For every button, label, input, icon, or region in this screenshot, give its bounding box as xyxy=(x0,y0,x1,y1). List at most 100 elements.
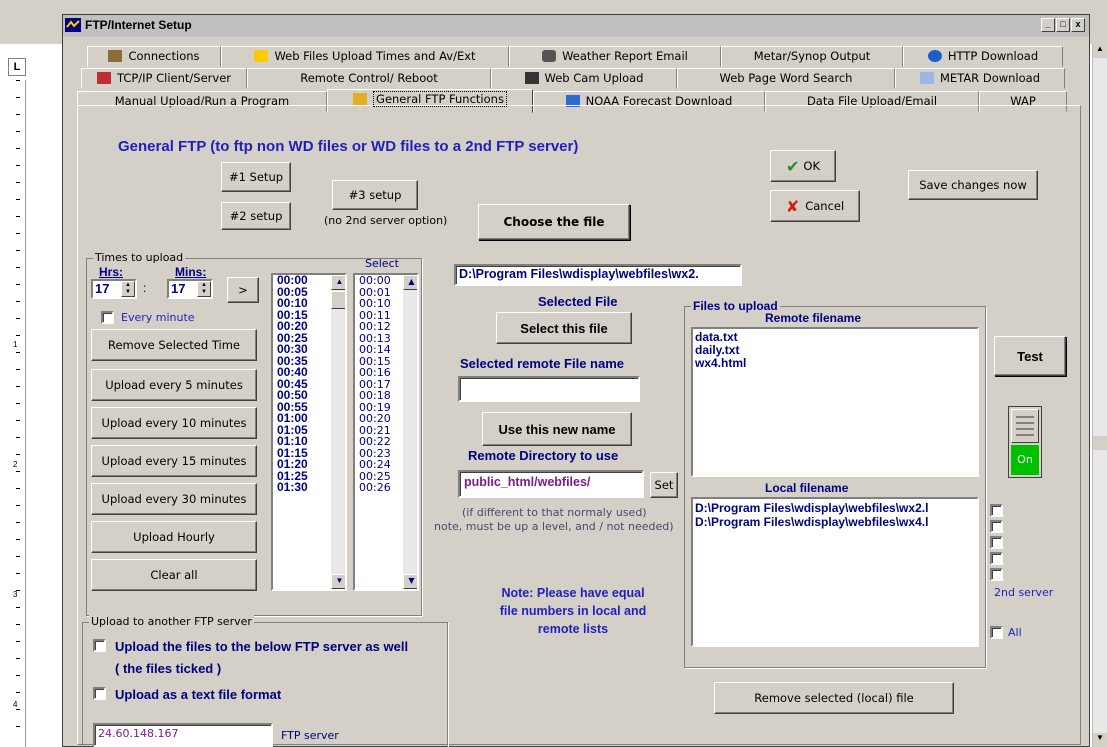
upload-hourly-button[interactable]: Upload Hourly xyxy=(91,521,257,553)
setup-3-note: (no 2nd server option) xyxy=(324,214,448,227)
ruler-tick xyxy=(16,369,20,370)
text-format-checkbox[interactable] xyxy=(93,687,106,700)
scroll-thumb[interactable] xyxy=(1093,436,1107,450)
note-line-1: Note: Please have equal xyxy=(501,586,645,600)
ruler-tick xyxy=(16,607,20,608)
files-ticked-label: ( the files ticked ) xyxy=(115,661,222,676)
hrs-spinner[interactable]: 17 ▲ ▼ xyxy=(91,279,137,299)
select-this-file-button[interactable]: Select this file xyxy=(496,312,632,344)
host-scrollbar[interactable]: ▲ ▼ xyxy=(1092,44,1107,747)
remote-files-list[interactable]: data.txt daily.txt wx4.html xyxy=(691,327,979,477)
setup-3-button[interactable]: #3 setup xyxy=(332,180,418,210)
second-server-checkbox-2[interactable] xyxy=(990,520,1003,533)
tab-connections[interactable]: Connections xyxy=(87,46,221,67)
ruler-tick xyxy=(16,556,20,557)
tab-metar-synop-output[interactable]: Metar/Synop Output xyxy=(721,46,903,67)
mins-spinner[interactable]: 17 ▲ ▼ xyxy=(167,279,213,299)
second-server-checkbox-4[interactable] xyxy=(990,552,1003,565)
scroll-down-icon[interactable]: ▼ xyxy=(1093,733,1107,747)
remote-name-input[interactable] xyxy=(458,376,640,402)
remove-local-file-button[interactable]: Remove selected (local) file xyxy=(714,682,954,714)
scroll-up-icon[interactable]: ▲ xyxy=(1093,44,1107,58)
vertical-ruler: 1 2 3 4 xyxy=(10,80,26,747)
upload-every-15-button[interactable]: Upload every 15 minutes xyxy=(91,445,257,477)
scroll-down-icon[interactable]: ▼ xyxy=(403,574,417,589)
local-file-item[interactable]: D:\Program Files\wdisplay\webfiles\wx4.l xyxy=(695,515,975,529)
clear-all-button[interactable]: Clear all xyxy=(91,559,257,591)
select-label: Select xyxy=(365,257,399,270)
selected-file-path[interactable]: D:\Program Files\wdisplay\webfiles\wx2. xyxy=(454,264,742,286)
ruler-tick xyxy=(16,675,20,676)
scroll-up-icon[interactable]: ▲ xyxy=(331,275,345,290)
remote-file-item[interactable]: wx4.html xyxy=(695,357,975,370)
second-server-checkbox-1[interactable] xyxy=(990,504,1003,517)
second-server-checkbox-5[interactable] xyxy=(990,568,1003,581)
upload-every-30-button[interactable]: Upload every 30 minutes xyxy=(91,483,257,515)
use-new-name-button[interactable]: Use this new name xyxy=(482,412,632,446)
ruler-tick xyxy=(16,709,20,710)
tab-http-download[interactable]: HTTP Download xyxy=(903,46,1063,67)
ruler-number: 3 xyxy=(13,590,18,599)
local-files-list[interactable]: D:\Program Files\wdisplay\webfiles\wx2.l… xyxy=(691,497,979,647)
tab-remote-control[interactable]: Remote Control/ Reboot xyxy=(247,68,491,89)
ruler-number: 4 xyxy=(13,700,18,709)
minimize-button[interactable]: _ xyxy=(1041,18,1055,32)
all-checkbox[interactable] xyxy=(990,626,1003,639)
ruler-tick xyxy=(16,301,20,302)
ruler-number: 1 xyxy=(13,340,18,349)
remote-filename-header: Remote filename xyxy=(765,311,862,325)
globe-icon xyxy=(927,50,942,62)
tab-web-page-word-search[interactable]: Web Page Word Search xyxy=(677,68,895,89)
local-file-item[interactable]: D:\Program Files\wdisplay\webfiles\wx2.l xyxy=(695,501,975,515)
scroll-down-icon[interactable]: ▼ xyxy=(331,574,345,589)
ruler-tab-stop[interactable]: L xyxy=(8,58,26,76)
maximize-button[interactable]: □ xyxy=(1056,18,1070,32)
tab-weather-report-email[interactable]: Weather Report Email xyxy=(509,46,721,67)
cancel-button[interactable]: ✘ Cancel xyxy=(770,190,860,222)
upload-also-label: Upload the files to the below FTP server… xyxy=(115,639,409,654)
close-button[interactable]: x xyxy=(1071,18,1085,32)
ruler-tick xyxy=(16,199,20,200)
weather-app-icon xyxy=(65,18,81,32)
save-changes-button[interactable]: Save changes now xyxy=(908,170,1038,200)
tcpip-icon xyxy=(96,72,111,84)
select-list-scrollbar[interactable]: ▲ ▼ xyxy=(403,275,417,589)
ruler-tick xyxy=(16,488,20,489)
upload-also-checkbox[interactable] xyxy=(93,639,106,652)
choose-file-button[interactable]: Choose the file xyxy=(478,204,630,240)
tab-tcpip-client-server[interactable]: TCP/IP Client/Server xyxy=(81,68,247,89)
phone-icon xyxy=(542,50,557,62)
spin-arrows-icon[interactable]: ▲ ▼ xyxy=(197,281,211,297)
set-dir-button[interactable]: Set xyxy=(650,472,678,498)
setup-2-button[interactable]: #2 setup xyxy=(221,202,291,230)
ruler-tick xyxy=(16,233,20,234)
note-line-3: remote lists xyxy=(537,622,609,636)
local-filename-header: Local filename xyxy=(765,481,849,495)
cancel-x-icon: ✘ xyxy=(785,196,800,216)
ruler-tick xyxy=(16,97,20,98)
times-list-scrollbar[interactable]: ▲ ▼ xyxy=(331,275,345,589)
test-button[interactable]: Test xyxy=(994,336,1066,376)
add-time-button[interactable]: > xyxy=(227,277,259,303)
ruler-tick xyxy=(16,114,20,115)
tab-metar-download[interactable]: METAR Download xyxy=(895,68,1065,89)
scroll-up-icon[interactable]: ▲ xyxy=(403,275,417,290)
times-list[interactable]: 00:00 00:05 00:10 00:15 00:20 00:25 00:30 00:35… xyxy=(271,273,347,591)
second-server-checkbox-3[interactable] xyxy=(990,536,1003,549)
remote-dir-input[interactable]: public_html/webfiles/ xyxy=(458,470,644,498)
spin-arrows-icon[interactable]: ▲ ▼ xyxy=(121,281,135,297)
tab-web-cam-upload[interactable]: Web Cam Upload xyxy=(491,68,677,89)
tab-web-files-upload[interactable]: Web Files Upload Times and Av/Ext xyxy=(221,46,509,67)
selected-file-label: Selected File xyxy=(538,294,618,309)
remove-selected-time-button[interactable]: Remove Selected Time xyxy=(91,329,257,361)
on-off-switch[interactable]: On xyxy=(1008,406,1042,478)
upload-every-5-button[interactable]: Upload every 5 minutes xyxy=(91,369,257,401)
setup-1-button[interactable]: #1 Setup xyxy=(221,162,291,192)
upload-every-10-button[interactable]: Upload every 10 minutes xyxy=(91,407,257,439)
ok-button[interactable]: ✔ OK xyxy=(770,150,836,182)
ruler-tick xyxy=(16,131,20,132)
hrs-label: Hrs: xyxy=(99,265,124,279)
every-minute-checkbox[interactable] xyxy=(101,311,114,324)
select-minutes-list[interactable]: 00:00 00:01 00:10 00:11 00:12 00:13 00:14 00:15… xyxy=(353,273,419,591)
ftp-server-input[interactable]: 24.60.148.167 xyxy=(93,723,273,747)
